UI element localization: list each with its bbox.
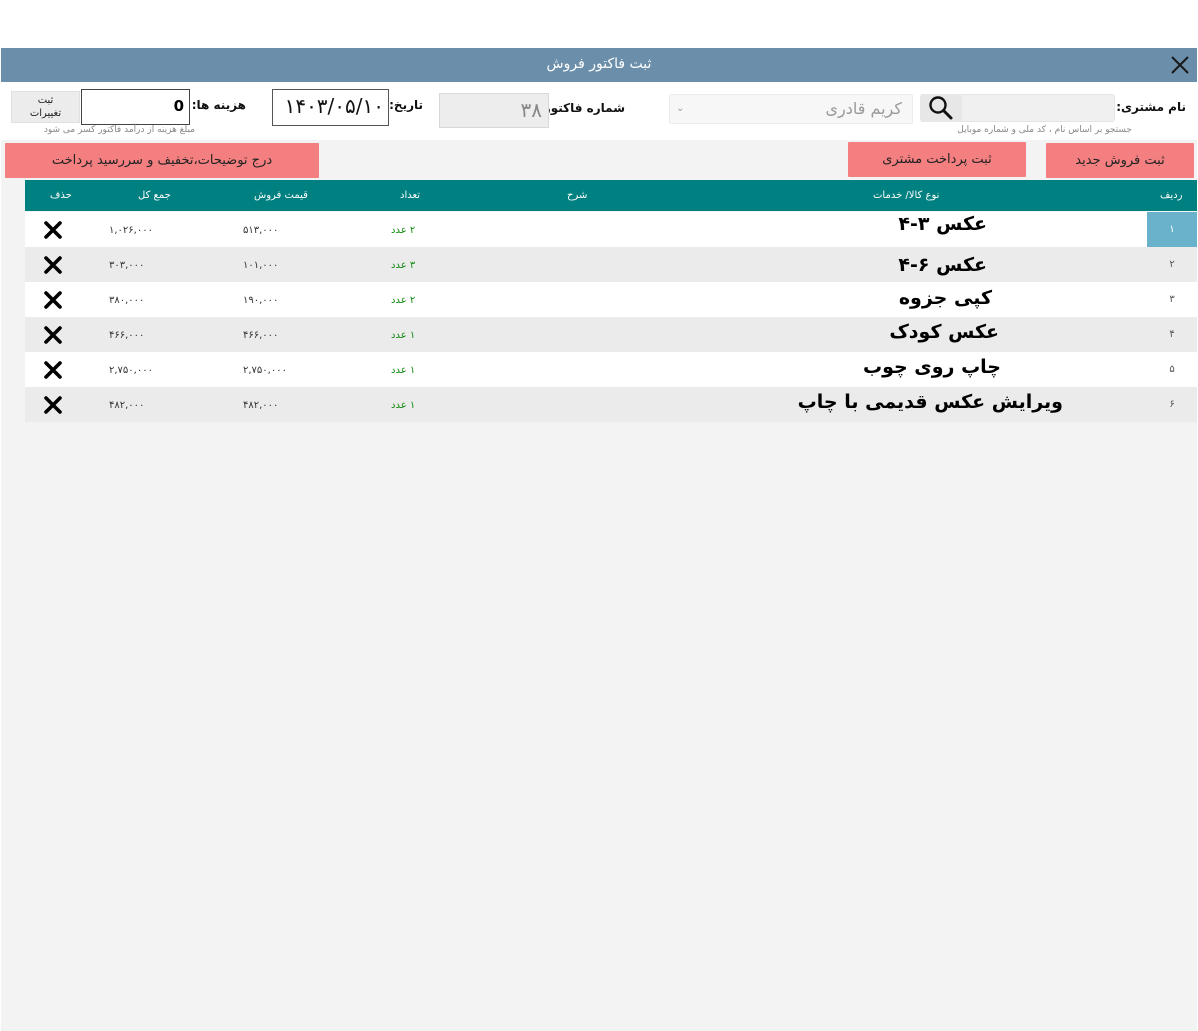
row-total: ۴۸۲,۰۰۰ — [109, 400, 145, 411]
customer-search-button[interactable] — [920, 94, 962, 122]
table-row[interactable]: ۴ عکس کودک ۱ عدد ۴۶۶,۰۰۰ ۴۶۶,۰۰۰ — [25, 317, 1197, 352]
row-index: ۲ — [1169, 259, 1175, 270]
table-row[interactable]: ۲ عکس ۶-۴ ۳ عدد ۱۰۱,۰۰۰ ۳۰۳,۰۰۰ — [25, 247, 1197, 282]
delete-x-icon[interactable] — [43, 255, 63, 275]
row-index: ۵ — [1169, 364, 1175, 375]
notes-discount-due-button[interactable]: درج توضیحات،تخفیف و سررسید پرداخت — [5, 143, 319, 178]
col-product: نوع کالا/ خدمات — [873, 190, 940, 201]
new-sale-button[interactable]: ثبت فروش جدید — [1046, 143, 1194, 178]
costs-value: 0 — [173, 97, 184, 115]
save-changes-line2: تغییرات — [29, 108, 62, 119]
delete-x-icon[interactable] — [43, 395, 63, 415]
invoice-window: ثبت فاکتور فروش نام مشتری: جستجو بر اساس… — [1, 48, 1197, 1031]
costs-hint: مبلغ هزینه از درآمد فاکتور کسر می شود — [43, 125, 195, 135]
row-price: ۱۹۰,۰۰۰ — [243, 295, 279, 306]
customer-label: نام مشتری: — [1116, 100, 1186, 114]
row-total: ۴۶۶,۰۰۰ — [109, 330, 145, 341]
row-total: ۱,۰۲۶,۰۰۰ — [109, 225, 153, 236]
row-price: ۵۱۳,۰۰۰ — [243, 225, 279, 236]
row-index: ۱ — [1147, 212, 1197, 247]
col-qty: تعداد — [400, 190, 421, 201]
row-description[interactable] — [499, 247, 969, 282]
date-value: ۱۴۰۳/۰۵/۱۰ — [284, 94, 384, 118]
save-changes-button[interactable]: ثبت تغییرات — [11, 91, 80, 123]
customer-select[interactable]: کریم قادری ⌄ — [669, 94, 913, 124]
customer-search-hint: جستجو بر اساس نام ، کد ملی و شماره موبای… — [957, 125, 1132, 135]
window-title: ثبت فاکتور فروش — [546, 56, 652, 72]
row-price: ۴۸۲,۰۰۰ — [243, 400, 279, 411]
invoice-number-field: ۳۸ — [439, 93, 549, 128]
row-description[interactable] — [499, 352, 969, 387]
col-row: ردیف — [1160, 190, 1183, 201]
row-description[interactable] — [499, 317, 969, 352]
row-description[interactable] — [499, 387, 969, 422]
delete-x-icon[interactable] — [43, 220, 63, 240]
invoice-number-label: شماره فاکتور: — [539, 101, 625, 115]
row-description[interactable] — [499, 282, 969, 317]
row-qty: ۱ عدد — [391, 365, 416, 376]
delete-x-icon[interactable] — [43, 360, 63, 380]
search-icon — [929, 96, 953, 120]
table-header: ردیف نوع کالا/ خدمات شرح تعداد قیمت فروش… — [25, 180, 1197, 211]
row-total: ۳۸۰,۰۰۰ — [109, 295, 145, 306]
row-qty: ۱ عدد — [391, 330, 416, 341]
costs-field[interactable]: 0 — [81, 89, 190, 125]
col-description: شرح — [567, 190, 588, 201]
table-row[interactable]: ۱ عکس ۳-۴ ۲ عدد ۵۱۳,۰۰۰ ۱,۰۲۶,۰۰۰ — [25, 212, 1197, 247]
date-field[interactable]: ۱۴۰۳/۰۵/۱۰ — [272, 89, 389, 126]
invoice-number-value: ۳۸ — [520, 98, 542, 122]
delete-x-icon[interactable] — [43, 325, 63, 345]
row-index: ۴ — [1169, 329, 1175, 340]
title-bar: ثبت فاکتور فروش — [1, 48, 1197, 82]
chevron-down-icon: ⌄ — [676, 103, 685, 114]
row-qty: ۳ عدد — [391, 260, 416, 271]
col-total: جمع کل — [138, 190, 171, 201]
col-price: قیمت فروش — [254, 190, 308, 201]
col-delete: حذف — [50, 190, 72, 201]
row-price: ۲,۷۵۰,۰۰۰ — [243, 365, 287, 376]
row-index: ۶ — [1169, 399, 1175, 410]
row-description[interactable] — [499, 212, 969, 247]
customer-payment-button[interactable]: ثبت پرداخت مشتری — [848, 142, 1026, 177]
date-label: تاریخ: — [389, 98, 423, 112]
row-price: ۴۶۶,۰۰۰ — [243, 330, 279, 341]
row-qty: ۲ عدد — [391, 295, 416, 306]
row-price: ۱۰۱,۰۰۰ — [243, 260, 279, 271]
delete-x-icon[interactable] — [43, 290, 63, 310]
save-changes-line1: ثبت — [37, 95, 54, 106]
row-qty: ۲ عدد — [391, 225, 416, 236]
row-qty: ۱ عدد — [391, 400, 416, 411]
table-row[interactable]: ۶ ویرایش عکس قدیمی با چاپ ۱ عدد ۴۸۲,۰۰۰ … — [25, 387, 1197, 422]
table-row[interactable]: ۵ چاپ روی چوب ۱ عدد ۲,۷۵۰,۰۰۰ ۲,۷۵۰,۰۰۰ — [25, 352, 1197, 387]
row-index: ۳ — [1169, 294, 1175, 305]
invoice-header: نام مشتری: جستجو بر اساس نام ، کد ملی و … — [1, 82, 1197, 140]
customer-selected-value: کریم قادری — [825, 99, 902, 118]
row-total: ۲,۷۵۰,۰۰۰ — [109, 365, 153, 376]
close-icon — [1171, 56, 1189, 74]
costs-label: هزینه ها: — [191, 98, 246, 112]
row-total: ۳۰۳,۰۰۰ — [109, 260, 145, 271]
table-row[interactable]: ۳ کپی جزوه ۲ عدد ۱۹۰,۰۰۰ ۳۸۰,۰۰۰ — [25, 282, 1197, 317]
close-button[interactable] — [1166, 51, 1194, 79]
